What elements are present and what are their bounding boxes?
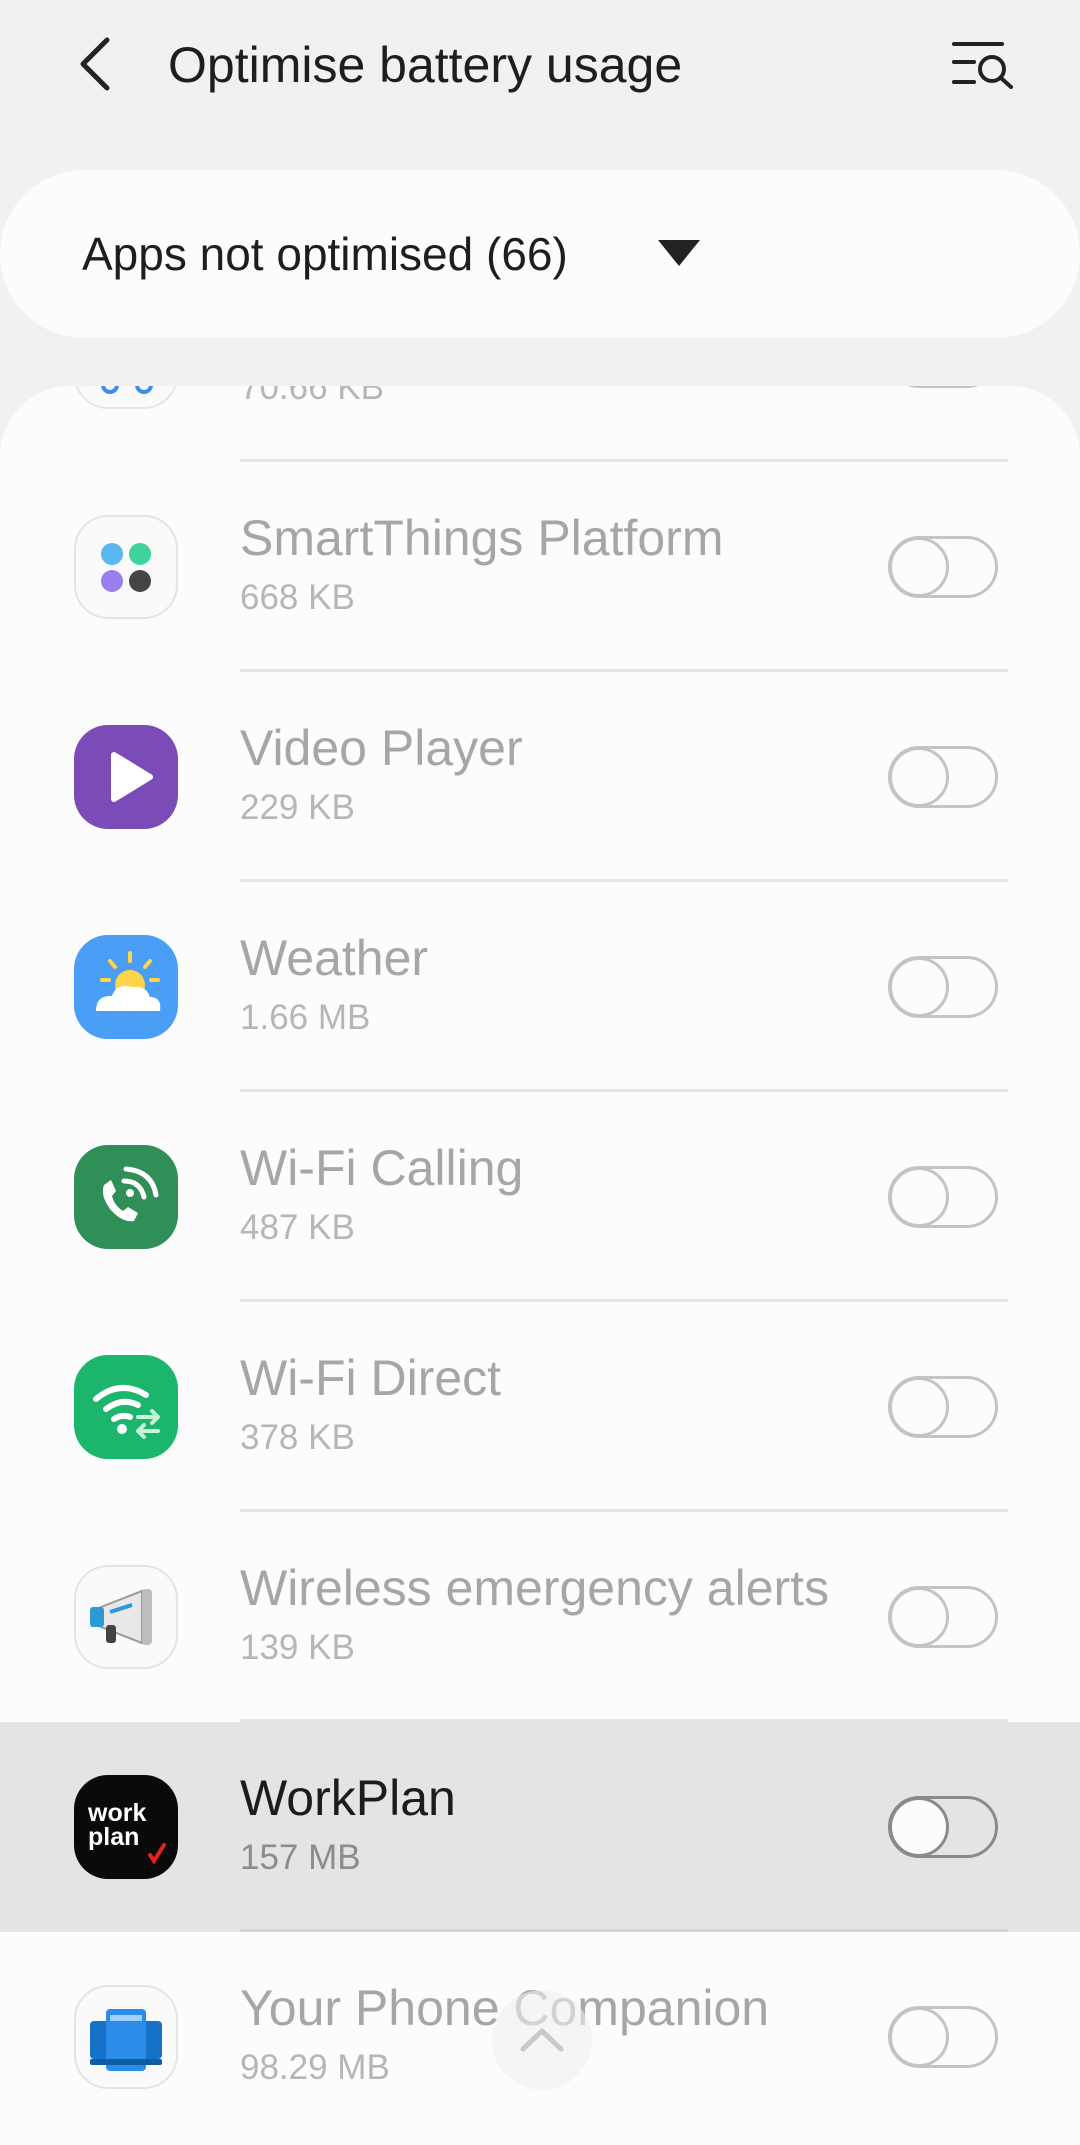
optimise-toggle[interactable]: [888, 2006, 998, 2068]
scroll-to-top-button[interactable]: [492, 1990, 592, 2090]
optimise-toggle[interactable]: [888, 1166, 998, 1228]
emergency-alerts-icon: [74, 1565, 178, 1669]
app-size: 229 KB: [240, 788, 355, 827]
filter-label: Apps not optimised (66): [82, 228, 568, 280]
app-name: Wi-Fi Direct: [240, 1350, 502, 1406]
toggle-knob: [889, 957, 949, 1017]
app-size: 98.29 MB: [240, 2048, 390, 2087]
list-item[interactable]: Wi-Fi Direct 378 KB: [0, 1302, 1080, 1512]
toggle-knob: [889, 1797, 949, 1857]
app-size: 487 KB: [240, 1208, 355, 1247]
toggle-knob: [889, 386, 949, 387]
list-item[interactable]: Wireless emergency alerts 139 KB: [0, 1512, 1080, 1722]
search-settings-button[interactable]: [944, 26, 1024, 102]
optimise-toggle[interactable]: [888, 956, 998, 1018]
app-size: 668 KB: [240, 578, 355, 617]
workplan-icon: work plan: [74, 1775, 178, 1879]
list-item[interactable]: 70.66 KB: [0, 386, 1080, 462]
chevron-up-icon: [520, 2028, 564, 2052]
app-size: 378 KB: [240, 1418, 355, 1457]
app-size: 1.66 MB: [240, 998, 371, 1037]
app-name: SmartThings Platform: [240, 510, 724, 566]
toggle-knob: [889, 2007, 949, 2067]
back-button[interactable]: [60, 24, 130, 104]
optimise-toggle[interactable]: [888, 386, 998, 388]
toggle-knob: [889, 537, 949, 597]
filter-dropdown[interactable]: Apps not optimised (66): [0, 170, 1080, 338]
page-title: Optimise battery usage: [168, 37, 683, 93]
dropdown-caret-icon: [658, 240, 700, 266]
app-bar: Optimise battery usage: [0, 0, 1080, 130]
optimise-toggle[interactable]: [888, 1376, 998, 1438]
list-item[interactable]: Weather 1.66 MB: [0, 882, 1080, 1092]
optimise-toggle[interactable]: [888, 746, 998, 808]
video-player-icon: [74, 725, 178, 829]
smartthings-icon: [74, 515, 178, 619]
app-name: WorkPlan: [240, 1770, 456, 1826]
app-name: Weather: [240, 930, 429, 986]
partial-app-icon: [74, 386, 178, 409]
your-phone-icon: [74, 1985, 178, 2089]
app-size: 139 KB: [240, 1628, 355, 1667]
weather-icon: [74, 935, 178, 1039]
toggle-knob: [889, 1377, 949, 1437]
optimise-toggle[interactable]: [888, 536, 998, 598]
list-item[interactable]: Wi-Fi Calling 487 KB: [0, 1092, 1080, 1302]
optimise-toggle[interactable]: [888, 1796, 998, 1858]
toggle-knob: [889, 1587, 949, 1647]
list-item[interactable]: Video Player 229 KB: [0, 672, 1080, 882]
app-name: Video Player: [240, 720, 523, 776]
app-size: 70.66 KB: [240, 386, 384, 407]
optimise-toggle[interactable]: [888, 1586, 998, 1648]
back-arrow-icon: [80, 37, 110, 91]
app-name: Wi-Fi Calling: [240, 1140, 524, 1196]
app-list[interactable]: 70.66 KB SmartThings Platform 668 KB Vid…: [0, 386, 1080, 2145]
app-size: 157 MB: [240, 1838, 361, 1877]
wifi-direct-icon: [74, 1355, 178, 1459]
toggle-knob: [889, 1167, 949, 1227]
app-name: Wireless emergency alerts: [240, 1560, 830, 1616]
list-item[interactable]: work plan WorkPlan 157 MB: [0, 1722, 1080, 1932]
toggle-knob: [889, 747, 949, 807]
list-item[interactable]: SmartThings Platform 668 KB: [0, 462, 1080, 672]
wifi-calling-icon: [74, 1145, 178, 1249]
svg-text:plan: plan: [88, 1823, 139, 1851]
list-search-icon: [952, 42, 1013, 89]
